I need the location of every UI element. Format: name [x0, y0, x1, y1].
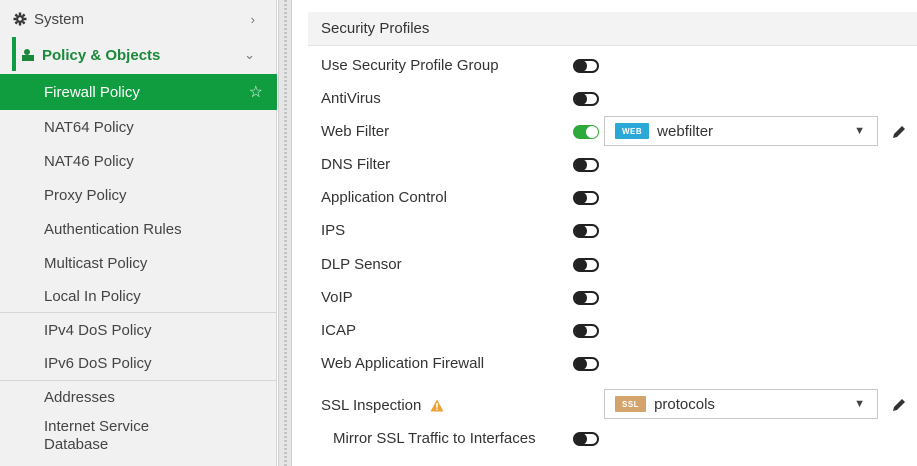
sidebar-item-authentication-rules[interactable]: Authentication Rules [0, 212, 277, 246]
ssl-inspection-select-value: protocols [654, 395, 715, 413]
label-ips: IPS [321, 222, 346, 239]
section-title: Security Profiles [321, 20, 430, 37]
policy-objects-icon [20, 47, 36, 63]
label-dlp-sensor: DLP Sensor [321, 256, 402, 273]
star-icon[interactable]: ☆ [249, 82, 263, 102]
label-web-filter: Web Filter [321, 123, 390, 140]
sidebar-item-nat64-policy[interactable]: NAT64 Policy [0, 110, 277, 144]
sidebar-item-policy-objects[interactable]: Policy & Objects ⌄ [0, 38, 277, 72]
sidebar-item-label-line1: Internet Service [44, 418, 150, 435]
toggle-mirror-ssl-traffic[interactable] [573, 432, 599, 446]
sidebar-item-local-in-policy[interactable]: Local In Policy [0, 280, 277, 312]
label-application-control: Application Control [321, 189, 447, 206]
sidebar-nav: System › Policy & Objects ⌄ Firewall Pol… [0, 0, 277, 466]
sidebar-item-addresses[interactable]: Addresses [0, 381, 277, 413]
sidebar-item-label: Policy & Objects [42, 46, 161, 64]
sidebar-item-multicast-policy[interactable]: Multicast Policy [0, 246, 277, 280]
sidebar-item-firewall-policy[interactable]: Firewall Policy ☆ [0, 74, 277, 110]
warning-icon [430, 399, 444, 412]
toggle-dns-filter[interactable] [573, 158, 599, 172]
web-filter-profile-select[interactable]: WEB webfilter ▼ [604, 116, 878, 146]
chevron-right-icon: › [250, 11, 255, 27]
web-filter-select-value: webfilter [657, 122, 714, 140]
sidebar-item-ipv6-dos-policy[interactable]: IPv6 DoS Policy [0, 347, 277, 379]
sidebar-item-proxy-policy[interactable]: Proxy Policy [0, 178, 277, 212]
label-dns-filter: DNS Filter [321, 156, 391, 173]
toggle-antivirus[interactable] [573, 92, 599, 106]
ssl-inspection-profile-select[interactable]: SSL protocols ▼ [604, 389, 878, 419]
toggle-web-filter[interactable] [573, 125, 599, 139]
sidebar-item-nat46-policy[interactable]: NAT46 Policy [0, 144, 277, 178]
edit-pencil-icon[interactable] [890, 123, 908, 141]
edit-pencil-icon[interactable] [890, 396, 908, 414]
toggle-voip[interactable] [573, 291, 599, 305]
label-web-application-firewall: Web Application Firewall [321, 355, 485, 372]
sidebar-item-label: NAT46 Policy [44, 152, 134, 170]
label-mirror-ssl-traffic: Mirror SSL Traffic to Interfaces [333, 430, 536, 447]
sidebar-item-label: Addresses [44, 388, 115, 406]
sidebar-item-label: IPv4 DoS Policy [44, 321, 152, 339]
sidebar-item-label: Firewall Policy [44, 83, 140, 101]
sidebar-item-label-line2: Database [44, 436, 109, 453]
ssl-tag-badge: SSL [615, 396, 647, 412]
sidebar-item-label: IPv6 DoS Policy [44, 354, 152, 372]
label-antivirus: AntiVirus [321, 90, 381, 107]
sidebar-item-ipv4-dos-policy[interactable]: IPv4 DoS Policy [0, 313, 277, 347]
toggle-application-control[interactable] [573, 191, 599, 205]
label-icap: ICAP [321, 322, 357, 339]
web-tag-badge: WEB [615, 123, 650, 139]
chevron-down-icon: ⌄ [244, 47, 255, 62]
toggle-web-application-firewall[interactable] [573, 357, 599, 371]
sidebar-resize-handle[interactable] [278, 0, 292, 466]
toggle-use-security-profile-group[interactable] [573, 59, 599, 73]
sidebar-item-label: Authentication Rules [44, 220, 182, 238]
section-header-security-profiles: Security Profiles [308, 12, 917, 46]
caret-down-icon: ▼ [854, 125, 865, 137]
resize-grip [284, 0, 287, 466]
toggle-icap[interactable] [573, 324, 599, 338]
sidebar-item-label: Multicast Policy [44, 254, 148, 272]
gear-icon [12, 11, 28, 27]
ssl-inspection-label-text: SSL Inspection [321, 397, 422, 414]
toggle-ips[interactable] [573, 224, 599, 238]
caret-down-icon: ▼ [854, 398, 865, 410]
label-ssl-inspection: SSL Inspection [321, 397, 444, 414]
firewall-policy-editor: System › Policy & Objects ⌄ Firewall Pol… [0, 0, 917, 466]
sidebar-item-label: System [34, 10, 85, 28]
sidebar-item-label: Local In Policy [44, 287, 141, 305]
sidebar-item-label: Proxy Policy [44, 186, 127, 204]
sidebar-item-system[interactable]: System › [0, 4, 277, 34]
sidebar-item-label: NAT64 Policy [44, 118, 134, 136]
label-voip: VoIP [321, 289, 353, 306]
toggle-dlp-sensor[interactable] [573, 258, 599, 272]
sidebar-item-internet-service-database[interactable]: Internet Service Database [0, 418, 277, 464]
label-use-security-profile-group: Use Security Profile Group [321, 57, 499, 74]
